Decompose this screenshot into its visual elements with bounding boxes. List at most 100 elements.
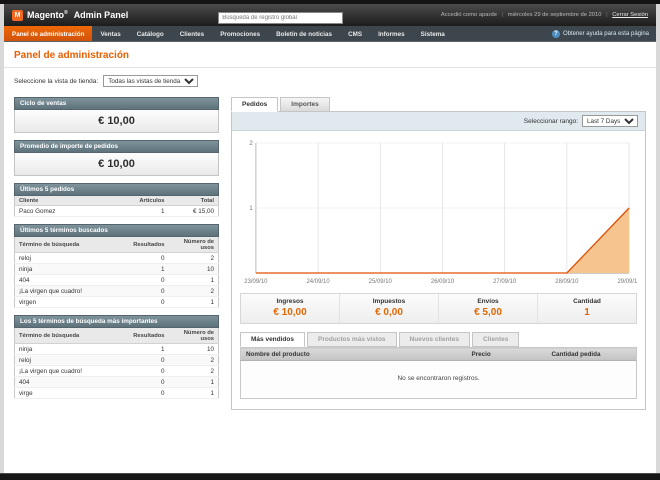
y-tick-label: 2 [249, 140, 253, 147]
page-help[interactable]: ? Obtener ayuda para esta página [551, 26, 656, 41]
stat-cantidad: Cantidad 1 [538, 294, 636, 323]
table-cell: 2 [168, 354, 219, 366]
range-selector-bar: Seleccionar rango: Last 7 Days [232, 112, 645, 131]
table-row[interactable]: Paco Gomez 1 € 15,00 [14, 205, 219, 217]
grid-tabs-wrap: Más vendidos Productos más vistos Nuevos c… [240, 332, 637, 347]
table-cell: 1 [128, 343, 169, 355]
table-row[interactable]: reloj 0 2 [14, 354, 219, 366]
table-row[interactable]: virgen 0 1 [14, 296, 219, 308]
table-cell: 1 [128, 263, 169, 275]
page-title: Panel de administración [4, 42, 656, 68]
stat-value: € 10,00 [273, 307, 307, 318]
table-header-row: Nombre del producto Precio Cantidad pedida [240, 347, 637, 361]
x-tick-label: 29/09/10 [617, 279, 637, 285]
last-orders-section: Últimos 5 pedidos Cliente Artículos Total P… [14, 183, 219, 217]
table-cell: ninja [14, 343, 129, 355]
table-cell: Paco Gomez [14, 205, 129, 217]
table-cell: 0 [128, 387, 169, 399]
tab-productos-mas-vistos[interactable]: Productos más vistos [306, 332, 397, 347]
tab-mas-vendidos[interactable]: Más vendidos [240, 332, 305, 347]
nav-item-clientes[interactable]: Clientes [172, 26, 213, 41]
store-view-select[interactable]: Todas las vistas de tienda [103, 75, 199, 87]
last-orders-table: Cliente Artículos Total Paco Gomez 1 € 15,00 [14, 196, 219, 217]
table-cell: 1 [168, 387, 219, 399]
y-tick-label: 1 [249, 205, 253, 212]
page-frame: M Magento® Admin Panel Accedió como apar… [4, 4, 656, 474]
table-row[interactable]: 404 0 1 [14, 376, 219, 388]
tab-pedidos[interactable]: Pedidos [231, 97, 279, 112]
table-row[interactable]: 404 0 1 [14, 274, 219, 286]
stat-impuestos: Impuestos € 0,00 [340, 294, 439, 323]
dashboard-main-column: Pedidos Importes Seleccionar rango: Last … [231, 97, 646, 410]
magento-logo-icon: M [12, 9, 23, 21]
column-header: Cantidad pedida [546, 347, 637, 361]
column-header: Cliente [14, 196, 129, 206]
magento-admin-screen: M Magento® Admin Panel Accedió como apar… [0, 0, 660, 480]
dashboard-left-column: Ciclo de ventas € 10,00 Promedio de impo… [14, 97, 219, 406]
stat-value: 1 [584, 307, 590, 318]
nav-item-boletin-de-noticias[interactable]: Boletín de noticias [268, 26, 340, 41]
table-cell: virgen [14, 296, 129, 308]
grid-tabs: Más vendidos Productos más vistos Nuevos c… [240, 332, 637, 347]
table-row[interactable]: virge 0 1 [14, 387, 219, 399]
column-header: Número de usos [168, 237, 219, 253]
nav-item-catalogo[interactable]: Catálogo [129, 26, 172, 41]
help-label: Obtener ayuda para esta página [562, 30, 649, 37]
nav-item-panel-de-administracion[interactable]: Panel de administración [4, 26, 93, 41]
logged-in-as-text: Accedió como aparde [440, 12, 497, 18]
range-select[interactable]: Last 7 Days [582, 115, 638, 127]
chart-tabs: Pedidos Importes [231, 97, 646, 112]
nav-item-promociones[interactable]: Promociones [212, 26, 268, 41]
orders-area-chart: 1 2 23/09/10 24/09/10 25/09/10 26/09/10 27/09/… [244, 140, 637, 285]
table-row[interactable]: ¡La virgen que cuadro! 0 2 [14, 365, 219, 377]
lifetime-sales-value: € 10,00 [14, 110, 219, 133]
tab-nuevos-clientes[interactable]: Nuevos clientes [398, 332, 471, 347]
column-header: Total [168, 196, 219, 206]
section-title: Últimos 5 términos buscados [14, 224, 219, 237]
table-cell: 2 [168, 252, 219, 264]
table-row[interactable]: ninja 1 10 [14, 343, 219, 355]
table-row[interactable]: ninja 1 10 [14, 263, 219, 275]
table-cell: reloj [14, 252, 129, 264]
column-header: Número de usos [168, 328, 219, 344]
table-cell: ninja [14, 263, 129, 275]
x-tick-label: 26/09/10 [431, 279, 455, 285]
table-cell: 1 [168, 376, 219, 388]
separator: | [501, 12, 504, 18]
lifetime-sales-section: Ciclo de ventas € 10,00 [14, 97, 219, 133]
stat-value: € 5,00 [474, 307, 502, 318]
section-title: Ciclo de ventas [14, 97, 219, 110]
logo: M Magento® Admin Panel [12, 9, 128, 21]
column-header: Resultados [128, 328, 169, 344]
nav-item-sistema[interactable]: Sistema [413, 26, 453, 41]
logout-link[interactable]: Cerrar Sesión [612, 12, 648, 18]
table-cell: 404 [14, 376, 129, 388]
table-cell: 10 [168, 263, 219, 275]
average-orders-value: € 10,00 [14, 153, 219, 176]
table-cell: virge [14, 387, 129, 399]
table-header-row: Término de búsqueda Resultados Número de u… [14, 328, 219, 344]
empty-row: No se encontraron registros. [240, 360, 637, 399]
table-cell: 10 [168, 343, 219, 355]
table-cell: 0 [128, 354, 169, 366]
bottom-window-strip [0, 473, 660, 480]
table-cell: € 15,00 [168, 205, 219, 217]
table-cell: 0 [128, 252, 169, 264]
global-search-input[interactable] [218, 12, 344, 24]
store-view-label: Seleccione la vista de tienda: [14, 77, 99, 85]
table-row[interactable]: ¡La virgen que cuadro! 0 2 [14, 285, 219, 297]
tab-clientes[interactable]: Clientes [472, 332, 520, 347]
nav-item-ventas[interactable]: Ventas [92, 26, 128, 41]
tab-importes[interactable]: Importes [280, 97, 330, 112]
orders-chart: 1 2 23/09/10 24/09/10 25/09/10 26/09/10 27/09/… [232, 131, 645, 287]
nav-item-informes[interactable]: Informes [370, 26, 413, 41]
column-header: Precio [466, 347, 547, 361]
table-cell: 0 [128, 285, 169, 297]
store-view-row: Seleccione la vista de tienda: Todas las… [4, 68, 656, 93]
table-cell: 0 [128, 274, 169, 286]
table-cell: 1 [168, 274, 219, 286]
average-orders-section: Promedio de importe de pedidos € 10,00 [14, 140, 219, 176]
top-search-terms-section: Los 5 términos de búsqueda más important… [14, 315, 219, 399]
table-row[interactable]: reloj 0 2 [14, 252, 219, 264]
nav-item-cms[interactable]: CMS [340, 26, 370, 41]
